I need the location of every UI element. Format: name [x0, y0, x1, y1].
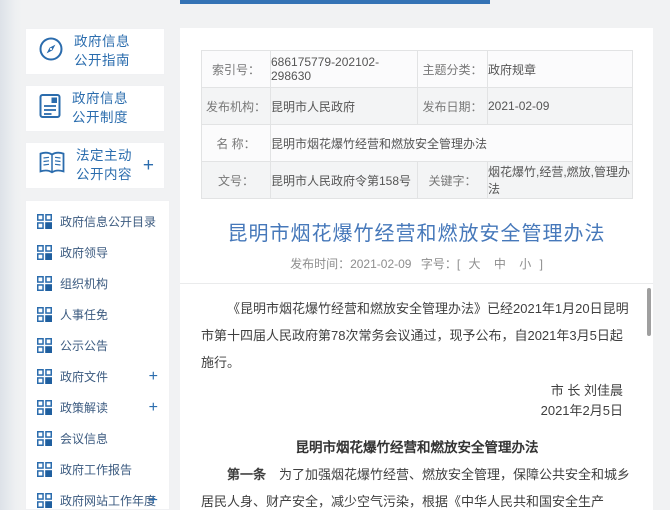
grid-icon [37, 493, 52, 508]
announcement-paragraph: 《昆明市烟花爆竹经营和燃放安全管理办法》已经2021年1月20日昆明市第十四届人… [201, 295, 633, 376]
signature-name: 市 长 刘佳晨 [201, 381, 633, 401]
article-1-number: 第一条 [227, 467, 266, 482]
grid-icon [37, 276, 52, 291]
sidebar-item-label: 政府信息公开目录 [60, 213, 156, 230]
table-row: 文号： 昆明市人民政府令第158号 关键字： 烟花爆竹,经营,燃放,管理办法 [202, 162, 633, 199]
sidebar-item-label: 组织机构 [60, 275, 108, 292]
pubdate-label: 发布日期： [418, 88, 488, 125]
grid-icon [37, 338, 52, 353]
pubdate-value: 2021-02-09 [488, 88, 633, 125]
table-row: 索引号： 686175779-202102-298630 主题分类： 政府规章 [202, 51, 633, 88]
signature-date: 2021年2月5日 [201, 401, 633, 421]
article-1-text: 为了加强烟花爆竹经营、燃放安全管理，保障公共安全和城乡居民人身、财产安全，减少空… [201, 467, 630, 510]
keyword-value: 烟花爆竹,经营,燃放,管理办法 [488, 162, 633, 199]
name-value: 昆明市烟花爆竹经营和燃放安全管理办法 [271, 125, 633, 162]
sidebar-item-label: 人事任免 [60, 306, 108, 323]
sidebar-item-label: 公示公告 [60, 337, 108, 354]
sidebar-card-label: 法定主动 公开内容 [76, 147, 132, 183]
page-title: 昆明市烟花爆竹经营和燃放安全管理办法 [180, 217, 653, 246]
grid-icon [37, 462, 52, 477]
grid-icon [37, 214, 52, 229]
sidebar-item-policy-interpretation[interactable]: 政策解读 + [26, 392, 169, 423]
fontsize-medium-button[interactable]: 中 [494, 257, 506, 271]
sidebar-item-label: 会议信息 [60, 430, 108, 447]
compass-icon [38, 36, 64, 67]
keyword-label: 关键字： [418, 162, 488, 199]
sidebar-item-public-notices[interactable]: 公示公告 [26, 330, 169, 361]
name-label: 名 称： [202, 125, 271, 162]
table-row: 名 称： 昆明市烟花爆竹经营和燃放安全管理办法 [202, 125, 633, 162]
topic-value: 政府规章 [488, 51, 633, 88]
index-label: 索引号： [202, 51, 271, 88]
publish-date: 发布时间：2021-02-09 [290, 257, 411, 271]
publish-meta-line: 发布时间：2021-02-09 字号：[ 大 中 小 ] [180, 255, 653, 272]
sidebar-item-label: 政府文件 [60, 368, 108, 385]
sidebar-item-label: 政府网站工作年度 [60, 492, 156, 509]
regulation-heading: 昆明市烟花爆竹经营和燃放安全管理办法 [201, 434, 633, 461]
sidebar-item-label: 政府领导 [60, 244, 108, 261]
agency-value: 昆明市人民政府 [271, 88, 418, 125]
article-1: 第一条 为了加强烟花爆竹经营、燃放安全管理，保障公共安全和城乡居民人身、财产安全… [201, 461, 633, 510]
fontsize-small-button[interactable]: 小 [519, 257, 531, 271]
expand-plus-icon[interactable]: + [149, 492, 158, 510]
grid-icon [37, 369, 52, 384]
sidebar-menu-panel: 政府信息公开目录 政府领导 组织机构 人事任免 公示公告 政府文件 + 政策解读… [25, 200, 170, 510]
expand-plus-icon[interactable]: + [149, 399, 158, 417]
sidebar-item-gov-documents[interactable]: 政府文件 + [26, 361, 169, 392]
expand-plus-icon[interactable]: + [143, 155, 154, 177]
fontsize-large-button[interactable]: 大 [469, 257, 481, 271]
topic-label: 主题分类： [418, 51, 488, 88]
sidebar-card-label: 政府信息 公开制度 [72, 90, 128, 126]
fontsize-label: 字号：[ [421, 257, 460, 271]
fontsize-bracket: ] [540, 257, 543, 271]
sidebar-item-label: 政府工作报告 [60, 461, 132, 478]
sidebar-item-website-annual-report[interactable]: 政府网站工作年度 + [26, 485, 169, 510]
sidebar-card-statutory-disclosure[interactable]: 法定主动 公开内容 + [25, 142, 165, 189]
sidebar-item-organizations[interactable]: 组织机构 [26, 268, 169, 299]
sidebar-item-gov-work-report[interactable]: 政府工作报告 [26, 454, 169, 485]
page-left-gutter [0, 0, 22, 510]
sidebar-item-gov-leaders[interactable]: 政府领导 [26, 237, 169, 268]
sidebar-item-gov-info-catalog[interactable]: 政府信息公开目录 [26, 206, 169, 237]
document-meta-table: 索引号： 686175779-202102-298630 主题分类： 政府规章 … [201, 50, 633, 199]
sidebar-card-label: 政府信息 公开指南 [74, 33, 130, 69]
grid-icon [37, 400, 52, 415]
sidebar-card-open-guide[interactable]: 政府信息 公开指南 [25, 28, 165, 75]
docno-value: 昆明市人民政府令第158号 [271, 162, 418, 199]
article-body: 《昆明市烟花爆竹经营和燃放安全管理办法》已经2021年1月20日昆明市第十四届人… [180, 284, 653, 510]
sidebar-item-label: 政策解读 [60, 399, 108, 416]
sidebar-item-meeting-info[interactable]: 会议信息 [26, 423, 169, 454]
scrollbar-thumb[interactable] [647, 288, 651, 336]
active-tab-indicator [180, 0, 490, 4]
agency-label: 发布机构： [202, 88, 271, 125]
sidebar-item-personnel[interactable]: 人事任免 [26, 299, 169, 330]
grid-icon [37, 245, 52, 260]
sidebar-card-open-rules[interactable]: 政府信息 公开制度 [25, 85, 165, 132]
main-content-panel: 索引号： 686175779-202102-298630 主题分类： 政府规章 … [180, 28, 653, 510]
table-row: 发布机构： 昆明市人民政府 发布日期： 2021-02-09 [202, 88, 633, 125]
grid-icon [37, 307, 52, 322]
grid-icon [37, 431, 52, 446]
docno-label: 文号： [202, 162, 271, 199]
book-icon [38, 151, 66, 180]
index-value: 686175779-202102-298630 [271, 51, 418, 88]
expand-plus-icon[interactable]: + [149, 368, 158, 386]
document-icon [38, 93, 62, 124]
